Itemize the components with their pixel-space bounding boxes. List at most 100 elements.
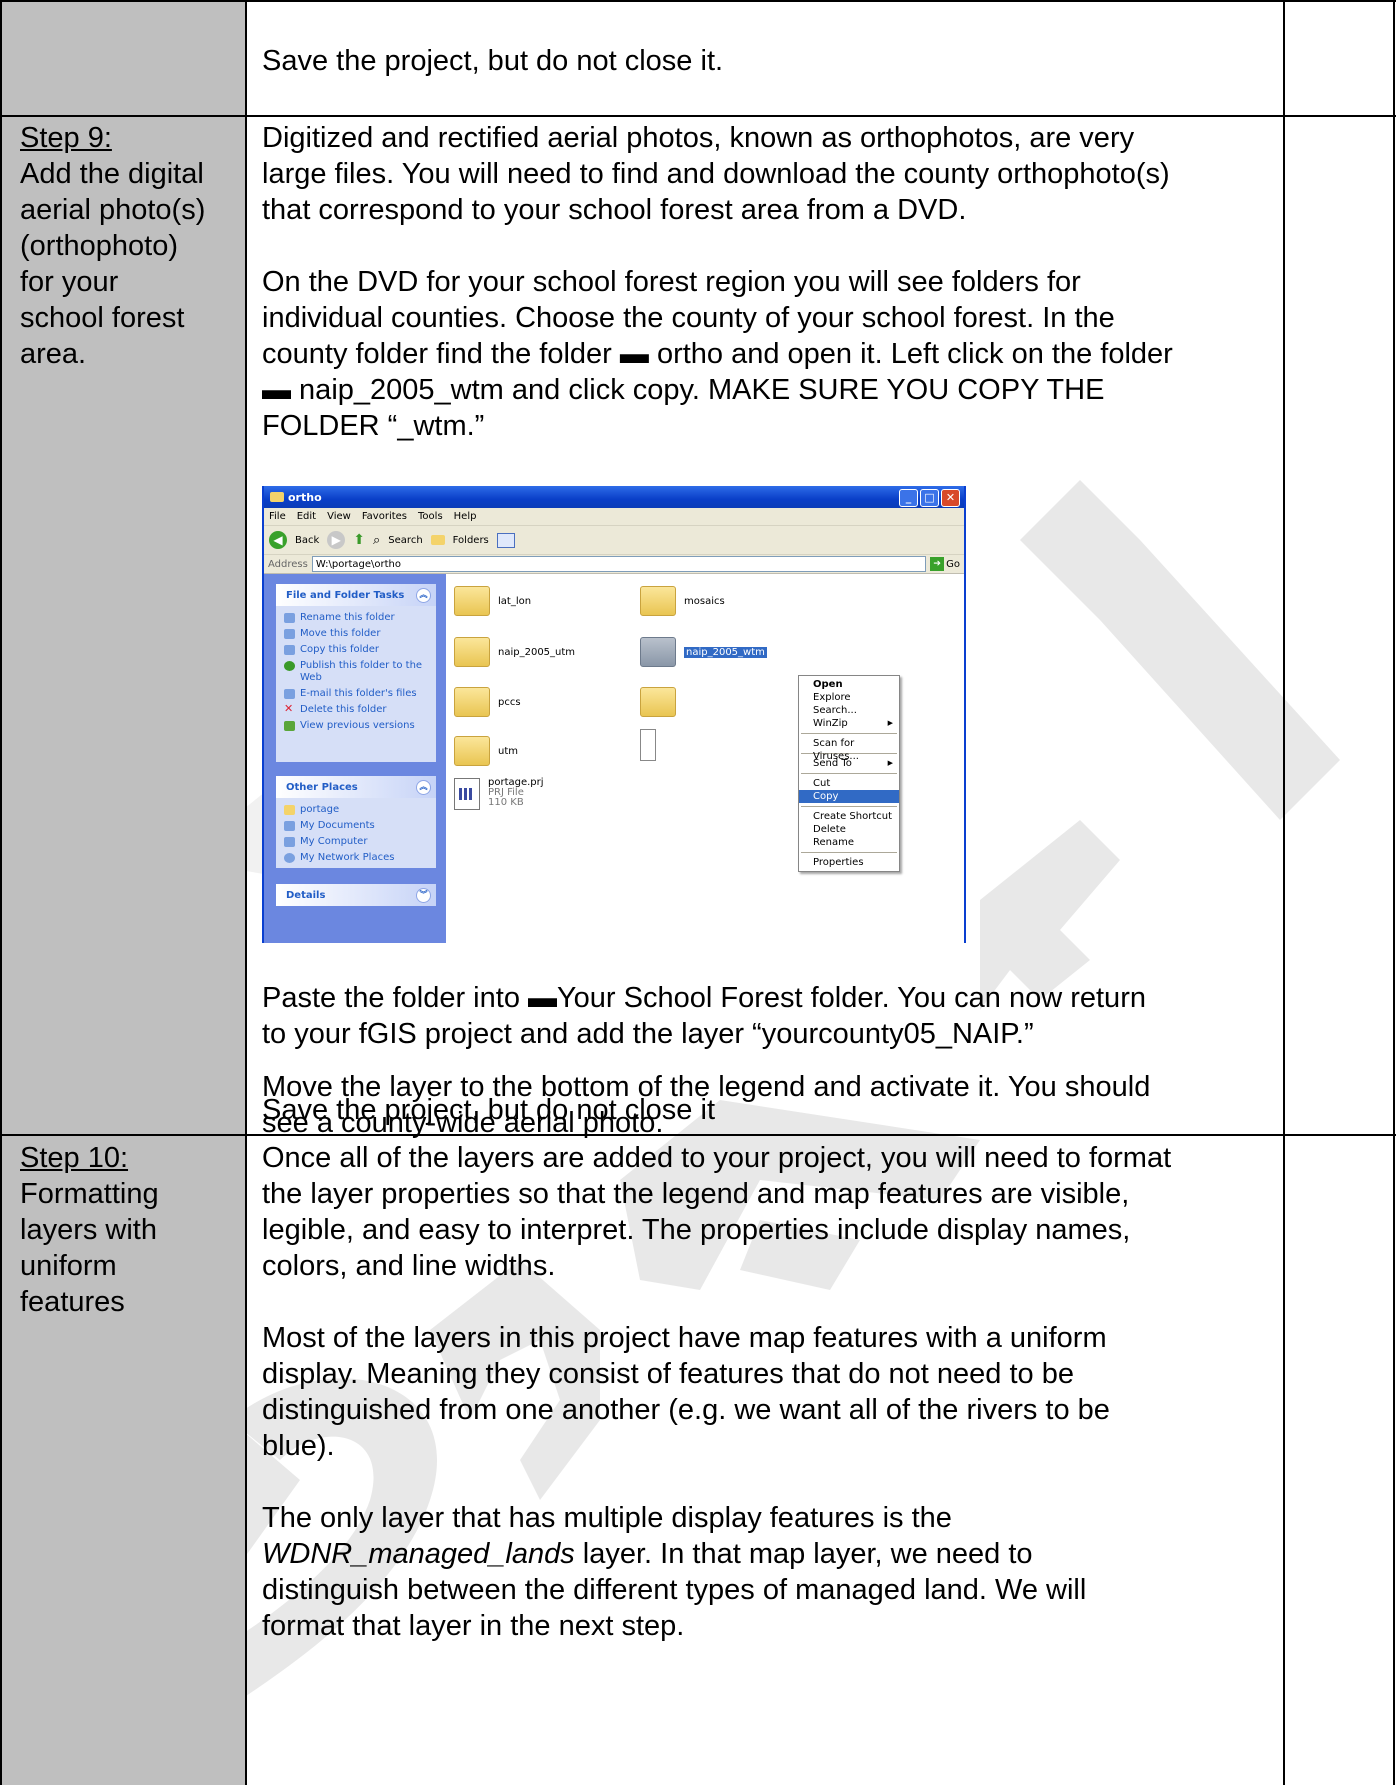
folder-icon bbox=[454, 736, 490, 766]
folder-icon bbox=[270, 492, 284, 502]
minimize-button[interactable]: _ bbox=[899, 489, 918, 507]
task-rename[interactable]: Rename this folder bbox=[276, 610, 436, 626]
context-search[interactable]: Search... bbox=[799, 704, 899, 717]
place-my-documents[interactable]: My Documents bbox=[276, 818, 436, 834]
folder-icon bbox=[284, 805, 295, 815]
move-icon bbox=[284, 629, 295, 639]
save-project-instruction: Save the project, but do not close it. bbox=[262, 45, 724, 77]
address-input[interactable]: W:\portage\ortho bbox=[311, 556, 927, 572]
task-move[interactable]: Move this folder bbox=[276, 626, 436, 642]
context-scan[interactable]: Scan for Viruses... bbox=[799, 737, 899, 762]
file-folder-tasks-header[interactable]: File and Folder Tasks ︽ bbox=[276, 584, 436, 606]
collapse-icon[interactable]: ︽ bbox=[416, 588, 431, 603]
folders-icon[interactable] bbox=[430, 535, 445, 545]
context-winzip[interactable]: WinZip ▶ bbox=[799, 717, 899, 730]
rename-icon bbox=[284, 613, 295, 623]
computer-icon bbox=[284, 837, 295, 847]
go-button-label[interactable]: Go bbox=[946, 559, 960, 570]
context-send-to[interactable]: Send To ▶ bbox=[799, 757, 899, 770]
task-label: Delete this folder bbox=[300, 704, 387, 715]
menu-edit[interactable]: Edit bbox=[297, 511, 316, 522]
folder-item[interactable]: naip_2005_utm bbox=[454, 637, 575, 667]
context-open[interactable]: Open bbox=[799, 678, 899, 691]
explorer-body: File and Folder Tasks ︽ Rename this fold… bbox=[264, 574, 964, 943]
task-label: Copy this folder bbox=[300, 644, 379, 655]
text-line: to your fGIS project and add the layer “… bbox=[262, 1018, 1034, 1050]
step-10-paragraph-1: Once all of the layers are added to your… bbox=[262, 1140, 1171, 1284]
context-explore[interactable]: Explore bbox=[799, 691, 899, 704]
menu-file[interactable]: File bbox=[269, 511, 286, 522]
search-icon[interactable]: ⌕ bbox=[373, 533, 380, 548]
task-previous-versions[interactable]: View previous versions bbox=[276, 718, 436, 734]
place-my-computer[interactable]: My Computer bbox=[276, 834, 436, 850]
other-places-header[interactable]: Other Places ︽ bbox=[276, 776, 436, 798]
text-line: colors, and line widths. bbox=[262, 1250, 556, 1282]
task-copy[interactable]: Copy this folder bbox=[276, 642, 436, 658]
text-line: individual counties. Choose the county o… bbox=[262, 302, 1115, 334]
file-view: lat_lon mosaics naip_2005_utm naip_2005_… bbox=[446, 574, 964, 943]
close-button[interactable]: ✕ bbox=[941, 489, 960, 507]
text-line: Once all of the layers are added to your… bbox=[262, 1142, 1172, 1174]
folders-button-label[interactable]: Folders bbox=[453, 535, 489, 546]
other-places-panel: Other Places ︽ portage My Documents My C… bbox=[276, 776, 436, 868]
address-label: Address bbox=[268, 558, 308, 570]
file-name: pccs bbox=[498, 696, 521, 708]
maximize-button[interactable]: □ bbox=[920, 489, 939, 507]
task-email[interactable]: E-mail this folder's files bbox=[276, 686, 436, 702]
place-label: My Computer bbox=[300, 836, 368, 847]
text-line: that correspond to your school forest ar… bbox=[262, 194, 967, 226]
place-network[interactable]: My Network Places bbox=[276, 850, 436, 866]
folder-item[interactable]: mosaics bbox=[640, 586, 725, 616]
column-divider-1 bbox=[245, 0, 247, 1785]
menu-separator bbox=[801, 806, 897, 807]
context-delete[interactable]: Delete bbox=[799, 823, 899, 836]
step-9-paragraph-1: Digitized and rectified aerial photos, k… bbox=[262, 120, 1170, 228]
context-cut[interactable]: Cut bbox=[799, 777, 899, 790]
views-icon[interactable] bbox=[496, 532, 515, 548]
table-border-right bbox=[1393, 0, 1395, 1785]
folder-item-selected[interactable]: naip_2005_wtm bbox=[640, 637, 767, 667]
explorer-toolbar: ◀ Back ▶ ⬆ ⌕ Search Folders bbox=[264, 526, 964, 555]
folder-item-partial[interactable] bbox=[640, 687, 684, 717]
go-arrow-icon[interactable]: ➔ bbox=[930, 557, 945, 571]
menu-help[interactable]: Help bbox=[454, 511, 477, 522]
context-copy[interactable]: Copy bbox=[799, 790, 899, 803]
explorer-menubar: File Edit View Favorites Tools Help bbox=[264, 508, 964, 526]
copy-icon bbox=[284, 645, 295, 655]
context-rename[interactable]: Rename bbox=[799, 836, 899, 849]
details-header[interactable]: Details ︾ bbox=[276, 884, 436, 906]
layer-name-italic: WDNR_managed_lands bbox=[262, 1538, 575, 1570]
menu-label: WinZip bbox=[813, 718, 848, 729]
forward-arrow-icon[interactable]: ▶ bbox=[327, 531, 346, 549]
explorer-window-screenshot: ortho _ □ ✕ File Edit View Favorites Too… bbox=[262, 486, 966, 943]
folder-item[interactable]: pccs bbox=[454, 687, 521, 717]
context-create-shortcut[interactable]: Create Shortcut bbox=[799, 810, 899, 823]
step-10-paragraph-2: Most of the layers in this project have … bbox=[262, 1320, 1110, 1464]
back-button-label[interactable]: Back bbox=[295, 535, 319, 546]
step-10-label-cell: Step 10: Formatting layers with uniform … bbox=[20, 1140, 242, 1320]
menu-tools[interactable]: Tools bbox=[418, 511, 443, 522]
delete-x-icon: ✕ bbox=[284, 702, 294, 715]
search-button-label[interactable]: Search bbox=[388, 535, 422, 546]
text-line: large files. You will need to find and d… bbox=[262, 158, 1170, 190]
globe-icon bbox=[284, 661, 295, 671]
folder-item[interactable]: lat_lon bbox=[454, 586, 531, 616]
folder-item[interactable]: utm bbox=[454, 736, 518, 766]
task-delete[interactable]: ✕ Delete this folder bbox=[276, 702, 436, 718]
menu-view[interactable]: View bbox=[327, 511, 351, 522]
task-publish[interactable]: Publish this folder to the Web bbox=[276, 658, 436, 686]
text-line: FOLDER “_wtm.” bbox=[262, 410, 485, 442]
file-item[interactable]: portage.prj PRJ File 110 KB bbox=[454, 778, 544, 810]
network-icon bbox=[284, 853, 295, 863]
collapse-icon[interactable]: ︽ bbox=[416, 780, 431, 795]
context-properties[interactable]: Properties bbox=[799, 856, 899, 869]
document-item-partial[interactable] bbox=[640, 729, 656, 761]
place-portage[interactable]: portage bbox=[276, 802, 436, 818]
expand-icon[interactable]: ︾ bbox=[416, 888, 431, 903]
up-folder-icon[interactable]: ⬆ bbox=[353, 532, 365, 548]
menu-favorites[interactable]: Favorites bbox=[362, 511, 407, 522]
back-arrow-icon[interactable]: ◀ bbox=[269, 531, 287, 549]
text-line: Paste the folder into ▬Your School Fores… bbox=[262, 982, 1146, 1014]
text-fragment: layer. In that map layer, we need to bbox=[574, 1538, 1033, 1570]
place-label: My Network Places bbox=[300, 852, 395, 863]
